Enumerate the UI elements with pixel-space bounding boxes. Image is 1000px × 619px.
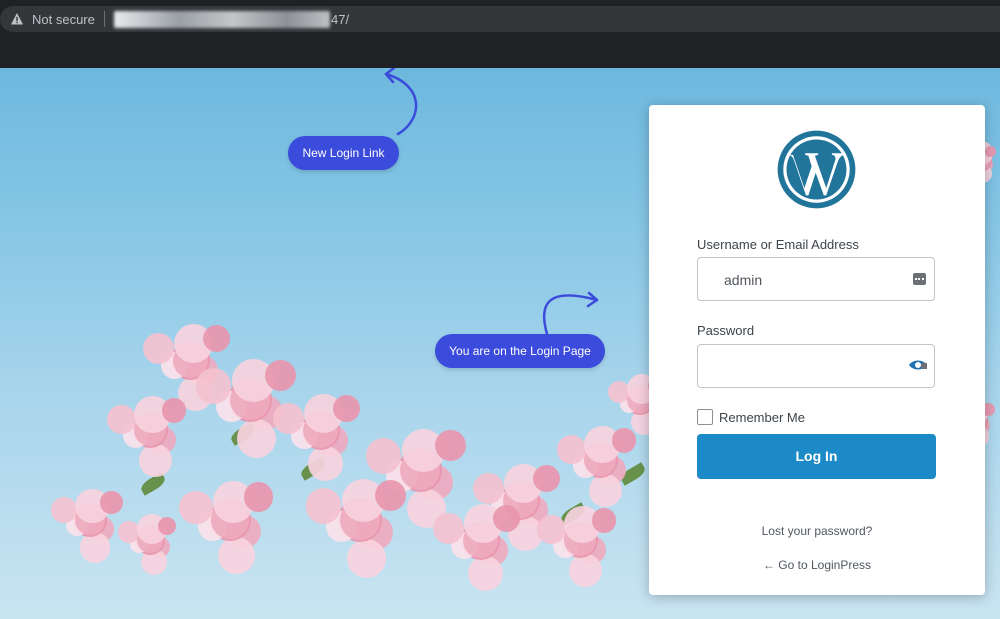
blossom-flower [434,429,467,461]
blossom-flower [433,512,465,544]
blossom-flower [532,465,560,493]
blossom-flower [264,359,297,391]
username-value: admin [724,272,763,288]
blossom-flower [195,368,232,404]
url-redacted [114,11,330,28]
remember-me-label[interactable]: Remember Me [719,410,805,425]
blossom-flower [143,332,175,364]
blossom-flower [332,395,360,423]
blossom-flower [100,491,123,514]
callout-on-login-page: You are on the Login Page [435,334,605,368]
blossom-flower [492,505,520,533]
username-label: Username or Email Address [697,237,859,252]
password-label: Password [697,323,755,338]
blossom-flower [556,434,586,464]
username-input[interactable]: admin [697,257,935,301]
browser-top-bar: Not secure 47/ [0,0,1000,34]
login-button[interactable]: Log In [697,434,936,479]
blossom-flower [985,145,997,157]
blossom-flower [138,443,172,477]
login-card: Username or Email Address admin Password… [649,105,985,595]
blossom-flower [536,514,566,544]
curved-arrow-icon [542,291,599,336]
remember-me-checkbox[interactable] [697,409,713,425]
blossom-flower [468,555,504,591]
wordpress-logo-icon[interactable] [776,129,857,210]
blossom-flower [591,508,617,533]
blossom-flower [179,490,213,524]
password-input[interactable] [697,344,935,388]
callout-new-login-link: New Login Link [288,136,399,170]
blossom-flower [568,553,602,587]
blossom-flower [161,398,187,423]
blossom-flower [473,472,505,504]
blossom-flower [588,473,622,507]
blossom-flower [243,482,273,512]
key-icon[interactable] [913,273,926,285]
blossom-flower [308,445,344,481]
curved-arrow-icon [384,68,418,136]
blossom-flower [236,418,277,459]
blossom-flower [217,537,255,575]
url-tail[interactable]: 47/ [331,12,349,27]
eye-icon[interactable] [908,357,928,373]
blossom-flower [202,325,230,353]
address-separator [104,11,105,27]
warning-triangle-icon[interactable] [10,12,24,26]
blossom-flower [79,532,110,563]
blossom-flower [365,438,402,474]
lost-password-link[interactable]: Lost your password? [649,524,985,538]
security-status[interactable]: Not secure [32,12,95,27]
blossom-flower [346,538,387,579]
blossom-flower [305,488,342,524]
blossom-flower [158,516,177,535]
blossom-flower [374,479,407,511]
address-bar[interactable]: Not secure 47/ [0,6,1000,32]
browser-toolbar [0,34,1000,68]
blossom-flower [273,402,305,434]
back-to-site-link[interactable]: ← Go to LoginPress [649,558,985,572]
blossom-flower [611,428,637,453]
blossom-flower [106,404,136,434]
